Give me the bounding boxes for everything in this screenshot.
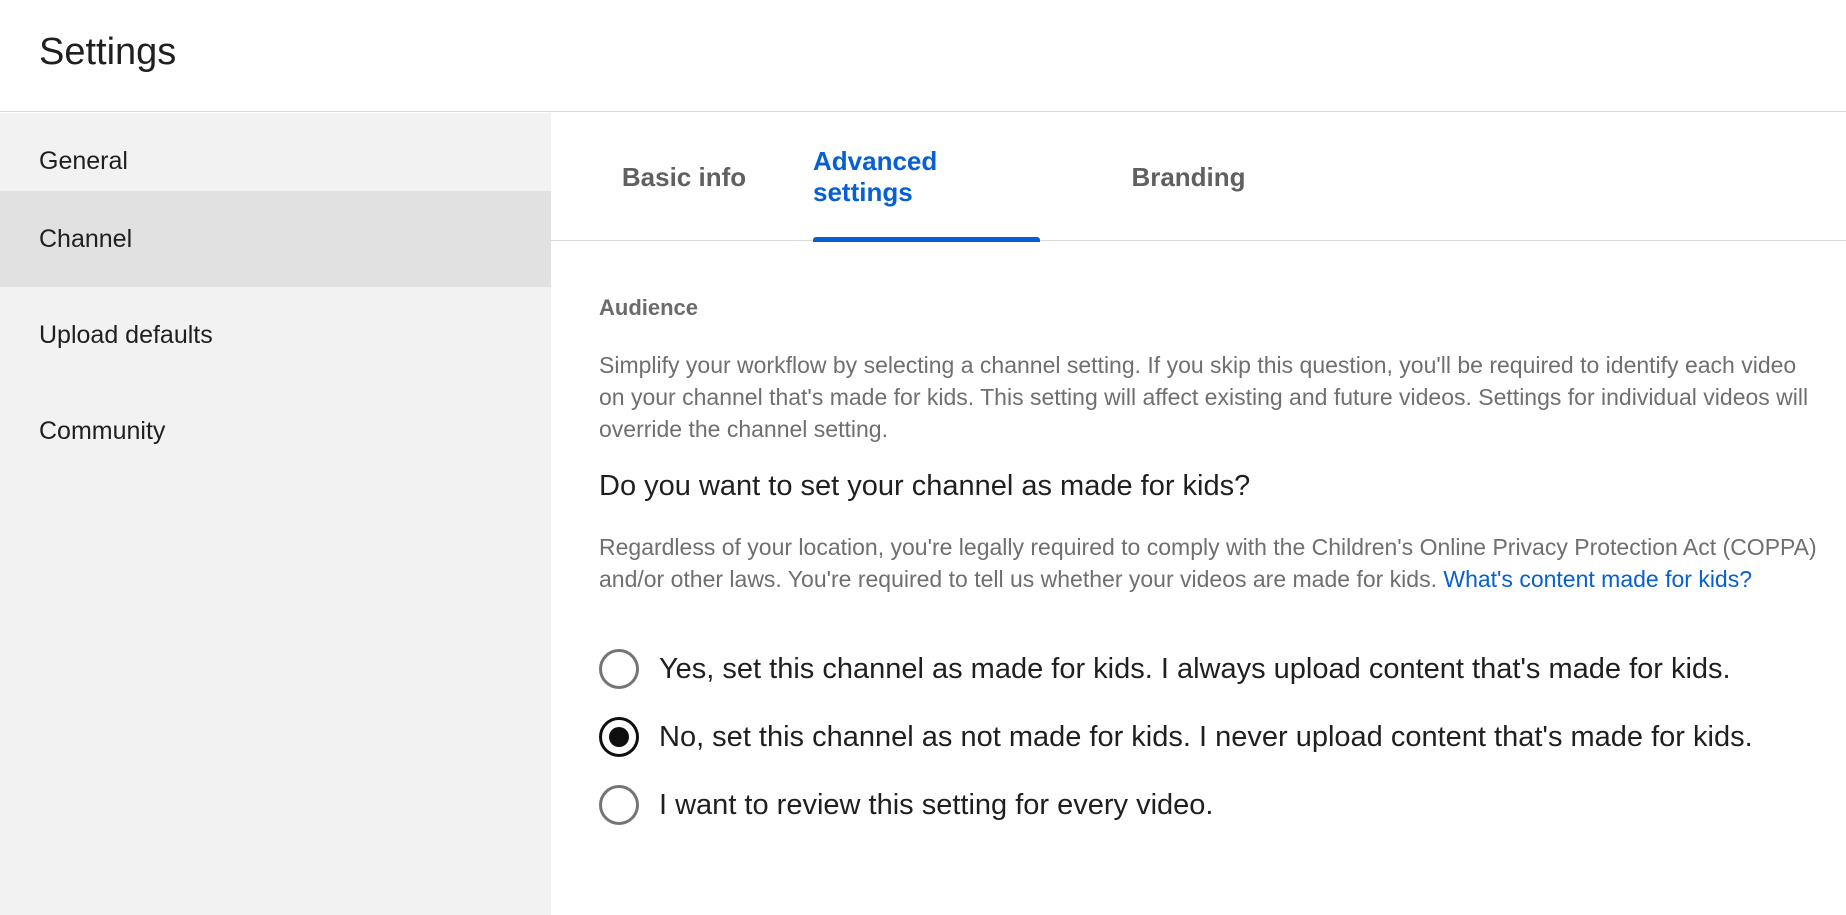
sidebar-item-label: Community [39,416,166,445]
sidebar: General Channel Upload defaults Communit… [0,113,551,915]
coppa-notice: Regardless of your location, you're lega… [599,531,1819,595]
tab-branding[interactable]: Branding [1118,113,1259,241]
radio-selected-dot [609,727,629,747]
sidebar-item-channel[interactable]: Channel [0,191,551,287]
made-for-kids-question: Do you want to set your channel as made … [599,470,1251,502]
radio-button-unchecked[interactable] [599,785,639,825]
audience-description: Simplify your workflow by selecting a ch… [599,352,1809,442]
page-header: Settings [0,0,1846,112]
page-title: Settings [39,31,177,73]
tab-label: Basic info [621,161,747,192]
tab-label: Branding [1131,161,1246,192]
radio-button-checked[interactable] [599,717,639,757]
radio-option-not-made-for-kids[interactable]: No, set this channel as not made for kid… [599,716,1753,758]
section-heading-audience: Audience [599,295,699,320]
sidebar-item-label: General [39,146,128,175]
sidebar-item-label: Channel [39,224,133,253]
radio-label: Yes, set this channel as made for kids. … [659,652,1731,685]
active-tab-indicator [813,237,1040,242]
tab-bar: Basic info Advanced settings Branding [551,113,1846,242]
tab-advanced-settings[interactable]: Advanced settings [813,113,1040,242]
tab-basic-info[interactable]: Basic info [615,113,753,241]
radio-label: No, set this channel as not made for kid… [659,720,1753,753]
radio-option-review-each-video[interactable]: I want to review this setting for every … [599,784,1213,826]
main-content: Basic info Advanced settings Branding Au… [551,113,1846,915]
sidebar-item-upload-defaults[interactable]: Upload defaults [0,287,551,383]
tab-label: Advanced settings [813,146,938,207]
radio-label: I want to review this setting for every … [659,788,1214,821]
sidebar-item-label: Upload defaults [39,320,213,349]
sidebar-item-community[interactable]: Community [0,383,551,479]
made-for-kids-help-link[interactable]: What's content made for kids? [1443,566,1752,592]
radio-button-unchecked[interactable] [599,649,639,689]
radio-option-yes-made-for-kids[interactable]: Yes, set this channel as made for kids. … [599,648,1731,690]
